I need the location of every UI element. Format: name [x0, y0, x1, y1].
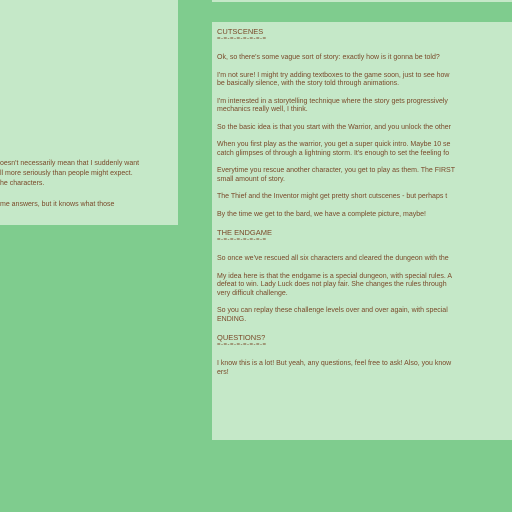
paragraph-line: When you first play as the warrior, you … [217, 141, 451, 148]
post-sections: CUTSCENES =-=-=-=-=-=-=-= Ok, so there's s… [217, 27, 512, 377]
paragraph: Ok, so there's some vague sort of story:… [217, 54, 512, 63]
paragraph: The Thief and the Inventor might get pre… [217, 193, 512, 202]
section-heading: CUTSCENES [217, 27, 264, 36]
previous-post-edge [212, 0, 512, 2]
paragraph: Everytime you rescue another character, … [217, 167, 512, 184]
paragraph-line: Everytime you rescue another character, … [217, 167, 455, 174]
left-post-panel: oesn't necessarily mean that I suddenly … [0, 0, 178, 225]
paragraph: By the time we get to the bard, we have … [217, 211, 512, 220]
paragraph: I know this is a lot! But yeah, any ques… [217, 360, 512, 377]
paragraph-line: I'm not sure! I might try adding textbox… [217, 71, 450, 79]
paragraph-line: defeat to win. Lady Luck does not play f… [217, 281, 447, 288]
paragraph-line: ENDING. [217, 315, 247, 323]
left-line-2: ll more seriously than people might expe… [0, 170, 133, 177]
section-divider: =-=-=-=-=-=-=-= [217, 237, 267, 243]
paragraph-line: So the basic idea is that you start with… [217, 123, 451, 131]
paragraph: I'm interested in a storytelling techniq… [217, 98, 512, 115]
paragraph: So the basic idea is that you start with… [217, 124, 512, 133]
paragraph-line: My idea here is that the endgame is a sp… [217, 272, 453, 280]
left-line-4: me answers, but it knows what those [0, 201, 115, 208]
paragraph: So you can replay these challenge levels… [217, 307, 512, 324]
paragraph-line: By the time we get to the bard, we have … [217, 210, 426, 218]
paragraph-line: I'm interested in a storytelling techniq… [217, 97, 448, 105]
paragraph-line: Ok, so there's some vague sort of story:… [217, 54, 440, 61]
paragraph: My idea here is that the endgame is a sp… [217, 273, 512, 299]
section-divider: =-=-=-=-=-=-=-= [217, 342, 267, 348]
paragraph-line: I know this is a lot! But yeah, any ques… [217, 360, 452, 367]
paragraph-line: So you can replay these challenge levels… [217, 307, 448, 314]
paragraph: When you first play as the warrior, you … [217, 141, 512, 158]
paragraph-line: mechanics really well, I think. [217, 106, 308, 113]
paragraph-line: very difficult challenge. [217, 289, 288, 297]
left-line-3: he characters. [0, 180, 45, 187]
section-heading: THE ENDGAME [217, 228, 273, 237]
paragraph-line: small amount of story. [217, 175, 285, 183]
left-line-1: oesn't necessarily mean that I suddenly … [0, 160, 140, 167]
paragraph-line: So once we've rescued all six characters… [217, 255, 449, 262]
right-post-panel: CUTSCENES =-=-=-=-=-=-=-= Ok, so there's s… [212, 22, 512, 440]
paragraph-line: be basically silence, with the story tol… [217, 80, 400, 87]
paragraph-line: catch glimpses of through a lightning st… [217, 149, 450, 157]
paragraph: I'm not sure! I might try adding textbox… [217, 72, 512, 89]
paragraph: So once we've rescued all six characters… [217, 255, 512, 264]
section-divider: =-=-=-=-=-=-=-= [217, 36, 267, 42]
paragraph-line: ers! [217, 368, 229, 376]
paragraph-line: The Thief and the Inventor might get pre… [217, 193, 448, 200]
section-heading: QUESTIONS? [217, 333, 266, 342]
